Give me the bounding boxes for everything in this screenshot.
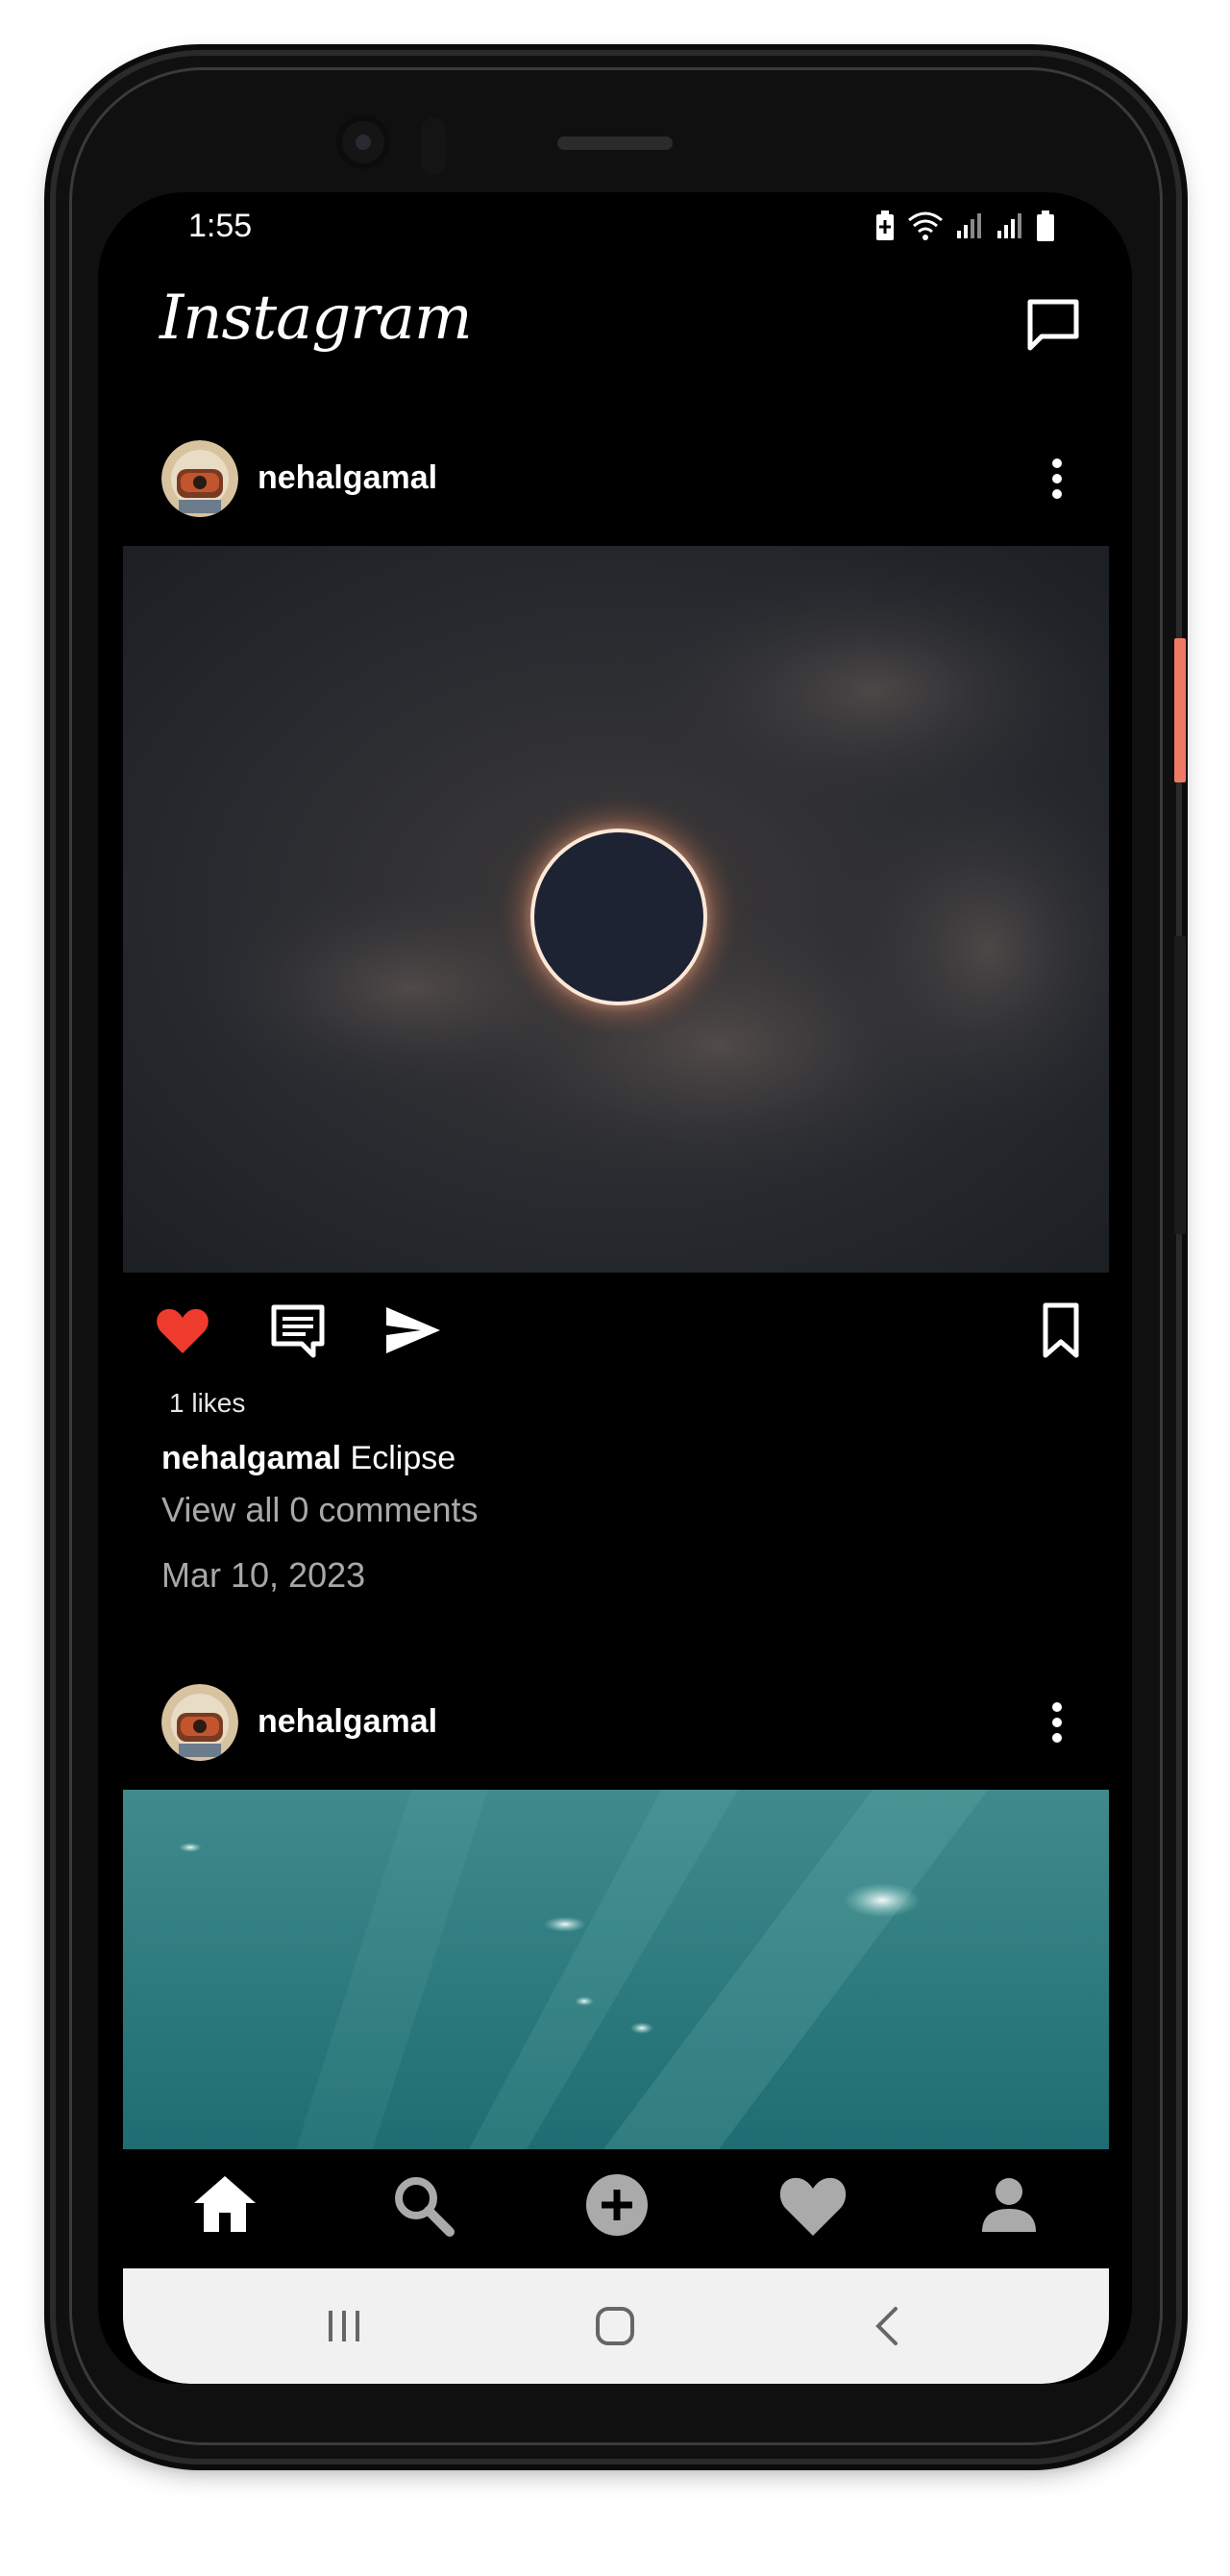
bookmark-icon — [1043, 1302, 1079, 1358]
underwater-light-photo — [123, 1790, 1109, 2149]
post-options-button[interactable] — [1030, 452, 1084, 506]
signal-icon — [957, 213, 981, 238]
nav-home[interactable] — [186, 2167, 263, 2243]
nav-profile[interactable] — [971, 2167, 1047, 2243]
comment-icon — [271, 1304, 325, 1358]
earpiece-speaker — [557, 136, 673, 150]
status-time: 1:55 — [188, 208, 253, 244]
home-icon — [194, 2176, 256, 2232]
recents-icon — [329, 2311, 359, 2341]
avatar[interactable] — [161, 440, 238, 517]
signal-icon — [997, 213, 1021, 238]
post-username[interactable]: nehalgamal — [258, 1703, 437, 1741]
status-icons — [874, 210, 1055, 242]
post-date: Mar 10, 2023 — [161, 1555, 366, 1595]
heart-filled-icon — [157, 1308, 209, 1353]
nav-add-post[interactable] — [578, 2167, 655, 2243]
front-camera — [336, 115, 390, 169]
app-header: Instagram — [98, 269, 1132, 384]
post-image-eclipse[interactable] — [123, 546, 1109, 1273]
post-options-button[interactable] — [1030, 1696, 1084, 1749]
battery-saver-icon — [876, 211, 894, 240]
direct-messages-button[interactable] — [1022, 294, 1084, 356]
post-image-underwater[interactable] — [123, 1790, 1109, 2149]
add-post-icon — [586, 2174, 648, 2236]
save-button[interactable] — [1030, 1300, 1092, 1361]
wifi-icon — [908, 211, 943, 240]
home-circle-icon — [596, 2307, 634, 2345]
share-button[interactable] — [382, 1300, 444, 1361]
status-bar: 1:55 — [98, 192, 1132, 265]
likes-count[interactable]: 1 likes — [169, 1388, 245, 1419]
like-button[interactable] — [152, 1300, 213, 1361]
screen: 1:55 Instagram nehalgamal 1 likes nehalg… — [98, 192, 1132, 2384]
post-caption: nehalgamal Eclipse — [161, 1440, 455, 1477]
back-button[interactable] — [859, 2297, 917, 2355]
nav-activity[interactable] — [775, 2167, 851, 2243]
caption-username[interactable]: nehalgamal — [161, 1440, 341, 1476]
more-vertical-icon — [1052, 1702, 1062, 1743]
volume-button — [1174, 936, 1186, 1234]
comment-button[interactable] — [267, 1300, 329, 1361]
caption-text: Eclipse — [350, 1440, 456, 1476]
post-header: nehalgamal — [98, 431, 1132, 527]
bottom-navigation — [98, 2149, 1132, 2265]
system-navigation-bar — [123, 2268, 1109, 2384]
avatar[interactable] — [161, 1684, 238, 1761]
post-username[interactable]: nehalgamal — [258, 459, 437, 497]
solar-eclipse-photo — [123, 546, 1109, 1273]
post-actions — [98, 1292, 1132, 1369]
view-comments-link[interactable]: View all 0 comments — [161, 1490, 478, 1530]
more-vertical-icon — [1052, 458, 1062, 499]
post-header: nehalgamal — [98, 1674, 1132, 1771]
system-home-button[interactable] — [586, 2297, 644, 2355]
nav-search[interactable] — [384, 2167, 461, 2243]
back-icon — [875, 2307, 898, 2345]
activity-heart-icon — [779, 2177, 847, 2236]
instagram-logo[interactable]: Instagram — [160, 283, 473, 354]
proximity-sensor — [421, 117, 446, 175]
search-icon — [395, 2177, 455, 2237]
battery-icon — [1037, 211, 1054, 241]
recents-button[interactable] — [315, 2297, 373, 2355]
profile-icon — [982, 2178, 1036, 2232]
send-icon — [386, 1307, 440, 1353]
message-icon — [1027, 299, 1079, 351]
power-button — [1174, 638, 1186, 782]
